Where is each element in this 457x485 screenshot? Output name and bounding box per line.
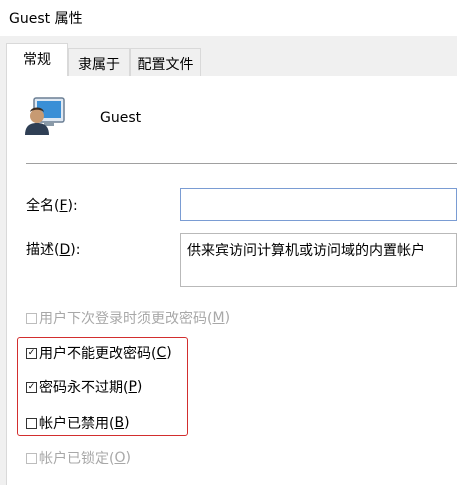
description-value: 供来宾访问计算机或访问域的内置帐户 — [187, 243, 425, 259]
tab-general[interactable]: 常规 — [6, 43, 68, 76]
tab-member-of[interactable]: 隶属于 — [68, 48, 130, 76]
highlight-annotation-box — [17, 337, 188, 436]
tab-profile-label: 配置文件 — [137, 57, 194, 73]
account-locked-checkbox[interactable]: 帐户已锁定(O) — [26, 448, 131, 468]
window-title: Guest 属性 — [9, 11, 83, 27]
must-change-password-checkbox[interactable]: 用户下次登录时须更改密码(M) — [26, 308, 230, 328]
description-label: 描述(D): — [26, 242, 81, 258]
user-name: Guest — [100, 110, 142, 126]
tab-profile[interactable]: 配置文件 — [130, 48, 201, 76]
full-name-label: 全名(F): — [26, 198, 78, 214]
checkbox-empty-icon — [26, 452, 37, 464]
description-input[interactable]: 供来宾访问计算机或访问域的内置帐户 — [180, 233, 457, 287]
checkbox-empty-icon — [26, 312, 37, 324]
separator — [26, 163, 457, 164]
full-name-input[interactable] — [180, 188, 457, 221]
user-account-icon — [25, 97, 65, 135]
tab-member-of-label: 隶属于 — [78, 57, 120, 73]
tab-general-label: 常规 — [23, 52, 51, 68]
title-bar: Guest 属性 — [0, 0, 457, 36]
